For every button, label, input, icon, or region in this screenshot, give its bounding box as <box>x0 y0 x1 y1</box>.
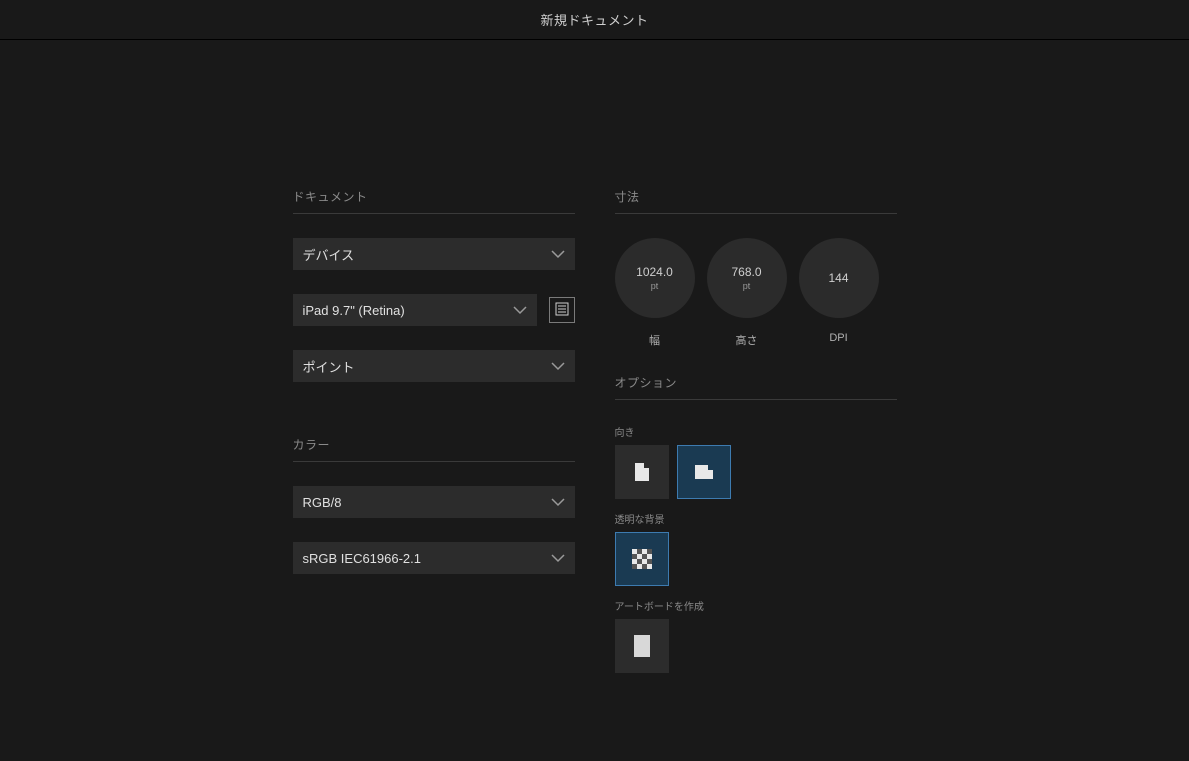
transparent-bg-label: 透明な背景 <box>615 511 897 526</box>
height-unit: pt <box>743 281 751 291</box>
orientation-label: 向き <box>615 424 897 439</box>
dpi-circle[interactable]: 144 <box>799 238 879 318</box>
chevron-down-icon <box>513 303 527 317</box>
artboard-icon <box>634 635 650 657</box>
color-format-dropdown[interactable]: RGB/8 <box>293 486 575 518</box>
transparent-bg-button[interactable] <box>615 532 669 586</box>
checker-icon <box>632 549 652 569</box>
units-value: ポイント <box>303 357 355 376</box>
create-artboard-button[interactable] <box>615 619 669 673</box>
dimension-labels: 幅 高さ DPI <box>615 332 897 348</box>
portrait-icon <box>635 463 649 481</box>
chevron-down-icon <box>551 359 565 373</box>
create-artboard-label: アートボードを作成 <box>615 598 897 613</box>
orientation-portrait-button[interactable] <box>615 445 669 499</box>
dpi-value: 144 <box>828 271 848 285</box>
dpi-label: DPI <box>799 332 879 348</box>
document-type-dropdown[interactable]: デバイス <box>293 238 575 270</box>
orientation-landscape-button[interactable] <box>677 445 731 499</box>
width-value: 1024.0 <box>636 265 673 279</box>
list-icon <box>555 302 569 319</box>
width-unit: pt <box>651 281 659 291</box>
color-profile-value: sRGB IEC61966-2.1 <box>303 551 422 566</box>
chevron-down-icon <box>551 551 565 565</box>
page-title: 新規ドキュメント <box>540 10 648 29</box>
document-type-value: デバイス <box>303 245 355 264</box>
units-dropdown[interactable]: ポイント <box>293 350 575 382</box>
height-circle[interactable]: 768.0 pt <box>707 238 787 318</box>
width-label: 幅 <box>615 332 695 348</box>
color-format-value: RGB/8 <box>303 495 342 510</box>
content-area: ドキュメント デバイス iPad 9.7" (Retina) <box>0 40 1189 685</box>
chevron-down-icon <box>551 495 565 509</box>
color-profile-dropdown[interactable]: sRGB IEC61966-2.1 <box>293 542 575 574</box>
left-column: ドキュメント デバイス iPad 9.7" (Retina) <box>293 188 575 685</box>
preset-list-button[interactable] <box>549 297 575 323</box>
options-section-title: オプション <box>615 374 897 400</box>
title-bar: 新規ドキュメント <box>0 0 1189 40</box>
preset-dropdown[interactable]: iPad 9.7" (Retina) <box>293 294 537 326</box>
preset-value: iPad 9.7" (Retina) <box>303 303 405 318</box>
color-section-title: カラー <box>293 436 575 462</box>
height-value: 768.0 <box>731 265 761 279</box>
dimension-circles: 1024.0 pt 768.0 pt 144 <box>615 238 897 318</box>
chevron-down-icon <box>551 247 565 261</box>
width-circle[interactable]: 1024.0 pt <box>615 238 695 318</box>
document-section-title: ドキュメント <box>293 188 575 214</box>
right-column: 寸法 1024.0 pt 768.0 pt 144 幅 高さ DPI オプション… <box>615 188 897 685</box>
dimensions-section-title: 寸法 <box>615 188 897 214</box>
landscape-icon <box>695 465 713 479</box>
height-label: 高さ <box>707 332 787 348</box>
